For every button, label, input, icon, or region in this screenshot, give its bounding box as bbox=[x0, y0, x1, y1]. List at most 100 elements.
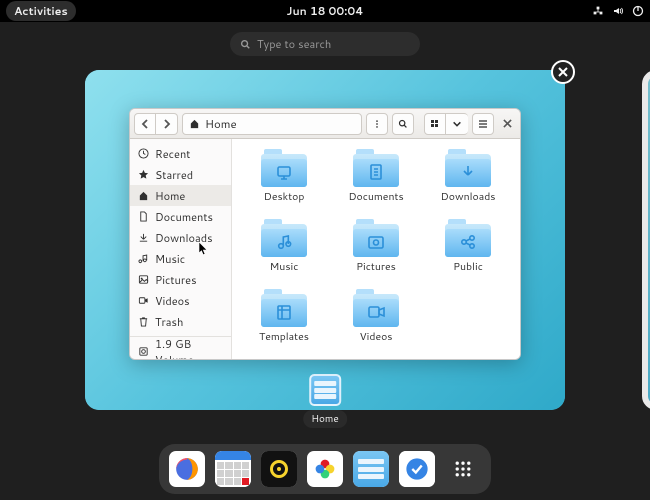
folder-videos[interactable]: Videos bbox=[336, 289, 416, 359]
trash-icon bbox=[138, 316, 149, 327]
folder-documents[interactable]: Documents bbox=[336, 149, 416, 219]
cursor bbox=[199, 242, 209, 256]
search-icon bbox=[398, 119, 408, 129]
workspace-thumbnail-next[interactable] bbox=[642, 70, 650, 410]
sidebar-item-starred[interactable]: Starred bbox=[130, 164, 231, 185]
sidebar-item-recent[interactable]: Recent bbox=[130, 143, 231, 164]
icon-view[interactable]: Desktop Documents Downloads Music Pictures Pu… bbox=[232, 139, 520, 359]
path-bar[interactable]: Home bbox=[182, 113, 362, 135]
window-overview-title: Home bbox=[303, 410, 347, 428]
home-icon bbox=[189, 118, 200, 129]
folder-icon bbox=[353, 219, 399, 257]
sidebar-item-label: Trash bbox=[155, 314, 183, 330]
headerbar: Home bbox=[130, 109, 520, 139]
folder-icon bbox=[445, 219, 491, 257]
folder-icon bbox=[261, 219, 307, 257]
grid-icon bbox=[430, 119, 440, 129]
dash bbox=[159, 444, 491, 494]
dock-item-photos[interactable] bbox=[307, 451, 343, 487]
music-icon bbox=[138, 253, 149, 264]
window-overview-app-icon[interactable] bbox=[309, 374, 341, 406]
sidebar-item-trash[interactable]: Trash bbox=[130, 311, 231, 332]
home-icon bbox=[138, 190, 149, 201]
files-window[interactable]: Home Recent Starred Home Documents Downloads… bbox=[129, 108, 521, 360]
volume-icon bbox=[612, 5, 624, 17]
folder-label: Public bbox=[453, 260, 483, 274]
star-icon bbox=[138, 169, 149, 180]
folder-icon bbox=[353, 149, 399, 187]
search-icon bbox=[240, 39, 251, 50]
path-label: Home bbox=[205, 115, 237, 132]
chevron-left-icon bbox=[140, 119, 150, 129]
hamburger-icon bbox=[478, 119, 488, 129]
dock-item-apps[interactable] bbox=[445, 451, 481, 487]
overview-search[interactable]: Type to search bbox=[230, 32, 420, 56]
hamburger-menu-button[interactable] bbox=[472, 113, 494, 135]
window-overview-close-button[interactable] bbox=[551, 60, 575, 84]
sidebar: Recent Starred Home Documents Downloads Music… bbox=[130, 139, 232, 359]
overview-area: Home Recent Starred Home Documents Downloads… bbox=[0, 70, 650, 422]
workspace-thumbnail[interactable]: Home Recent Starred Home Documents Downloads… bbox=[85, 70, 565, 410]
view-grid-button[interactable] bbox=[424, 113, 446, 135]
sidebar-item-documents[interactable]: Documents bbox=[130, 206, 231, 227]
doc-icon bbox=[138, 211, 149, 222]
kebab-icon bbox=[372, 119, 382, 129]
system-status-area[interactable] bbox=[592, 5, 644, 17]
folder-icon bbox=[353, 289, 399, 327]
folder-desktop[interactable]: Desktop bbox=[244, 149, 324, 219]
power-icon bbox=[632, 5, 644, 17]
sidebar-item-label: 1.9 GB Volume bbox=[155, 336, 223, 360]
sidebar-item-label: Home bbox=[155, 188, 185, 204]
sidebar-item-music[interactable]: Music bbox=[130, 248, 231, 269]
folder-label: Music bbox=[270, 260, 299, 274]
down-icon bbox=[138, 232, 149, 243]
close-icon bbox=[558, 67, 568, 77]
folder-label: Documents bbox=[348, 190, 403, 204]
sidebar-item-vol[interactable]: 1.9 GB Volume bbox=[130, 341, 231, 359]
folder-label: Desktop bbox=[264, 190, 305, 204]
search-placeholder: Type to search bbox=[257, 36, 331, 52]
chevron-right-icon bbox=[162, 119, 172, 129]
window-close-button[interactable] bbox=[498, 119, 516, 128]
nav-back-button[interactable] bbox=[134, 113, 156, 135]
dock-item-calendar[interactable] bbox=[215, 451, 251, 487]
sidebar-item-label: Documents bbox=[155, 209, 213, 225]
dock-item-files[interactable] bbox=[353, 451, 389, 487]
top-bar: Activities Jun 18 00:04 bbox=[0, 0, 650, 22]
sidebar-item-pictures[interactable]: Pictures bbox=[130, 269, 231, 290]
sidebar-item-downloads[interactable]: Downloads bbox=[130, 227, 231, 248]
search-button[interactable] bbox=[392, 113, 414, 135]
sidebar-item-videos[interactable]: Videos bbox=[130, 290, 231, 311]
folder-label: Videos bbox=[359, 330, 392, 344]
dock-item-rhythmbox[interactable] bbox=[261, 451, 297, 487]
folder-public[interactable]: Public bbox=[428, 219, 508, 289]
clock-icon bbox=[138, 148, 149, 159]
folder-label: Templates bbox=[259, 330, 309, 344]
nav-forward-button[interactable] bbox=[156, 113, 178, 135]
sidebar-item-label: Starred bbox=[155, 167, 193, 183]
folder-pictures[interactable]: Pictures bbox=[336, 219, 416, 289]
dock-item-firefox[interactable] bbox=[169, 451, 205, 487]
chevron-down-icon bbox=[452, 119, 462, 129]
folder-label: Pictures bbox=[356, 260, 396, 274]
activities-button[interactable]: Activities bbox=[6, 1, 76, 21]
folder-icon bbox=[261, 149, 307, 187]
video-icon bbox=[138, 295, 149, 306]
sidebar-item-label: Pictures bbox=[155, 272, 197, 288]
sidebar-item-home[interactable]: Home bbox=[130, 185, 231, 206]
close-icon bbox=[503, 119, 512, 128]
folder-label: Downloads bbox=[441, 190, 496, 204]
kebab-menu-button[interactable] bbox=[366, 113, 388, 135]
folder-downloads[interactable]: Downloads bbox=[428, 149, 508, 219]
view-dropdown-button[interactable] bbox=[446, 113, 468, 135]
folder-templates[interactable]: Templates bbox=[244, 289, 324, 359]
sidebar-item-label: Videos bbox=[155, 293, 190, 309]
folder-icon bbox=[445, 149, 491, 187]
sidebar-item-label: Recent bbox=[155, 146, 190, 162]
sidebar-item-label: Music bbox=[155, 251, 185, 267]
folder-music[interactable]: Music bbox=[244, 219, 324, 289]
dock-item-software[interactable] bbox=[399, 451, 435, 487]
network-icon bbox=[592, 5, 604, 17]
pic-icon bbox=[138, 274, 149, 285]
clock[interactable]: Jun 18 00:04 bbox=[286, 3, 363, 19]
